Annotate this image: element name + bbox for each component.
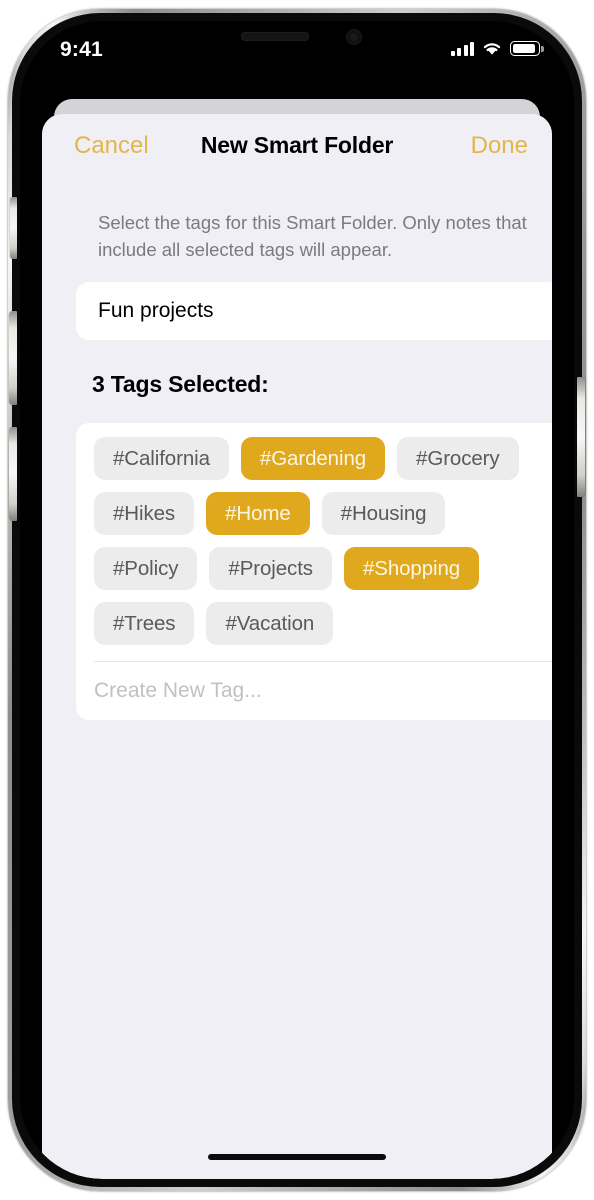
notch <box>213 21 381 51</box>
tag-pill[interactable]: #Grocery <box>397 437 519 480</box>
wifi-icon <box>483 43 501 55</box>
device-bezel: 9:41 Cancel New Smart Folder Done Select… <box>20 21 574 1179</box>
tag-pill[interactable]: #Trees <box>94 602 195 645</box>
home-indicator[interactable] <box>208 1154 386 1160</box>
tag-pill[interactable]: #Policy <box>94 547 198 590</box>
volume-up-button[interactable] <box>9 311 17 405</box>
tag-pill[interactable]: #Gardening <box>240 437 386 480</box>
earpiece-speaker-icon <box>241 32 309 41</box>
cellular-signal-icon <box>450 41 474 56</box>
tag-pill[interactable]: #California <box>94 437 229 480</box>
status-bar-time: 9:41 <box>60 38 103 61</box>
tag-pill[interactable]: #Vacation <box>206 602 334 645</box>
mute-switch[interactable] <box>10 197 17 259</box>
tag-pill[interactable]: #Hikes <box>94 492 195 535</box>
tag-pill[interactable]: #Housing <box>321 492 446 535</box>
tags-grid: #California #Gardening #Grocery #Hikes #Home… <box>76 423 552 661</box>
tag-pill[interactable]: #Projects <box>209 547 332 590</box>
sheet-description: Select the tags for this Smart Folder. O… <box>98 212 527 260</box>
create-new-tag-input[interactable] <box>76 662 552 720</box>
power-button[interactable] <box>577 377 585 497</box>
volume-down-button[interactable] <box>9 427 17 521</box>
battery-fill <box>512 43 536 54</box>
battery-icon <box>510 41 544 56</box>
tags-selected-heading: 3 Tags Selected: <box>92 371 269 397</box>
front-camera-icon <box>346 29 362 45</box>
folder-name-input[interactable] <box>76 282 552 340</box>
status-bar-icons <box>450 41 544 56</box>
tag-pill[interactable]: #Shopping <box>343 547 480 590</box>
device-frame: 9:41 Cancel New Smart Folder Done Select… <box>8 9 586 1191</box>
phone-screen: 9:41 Cancel New Smart Folder Done Select… <box>20 21 574 1179</box>
new-smart-folder-sheet: Cancel New Smart Folder Done Select the … <box>42 114 552 1179</box>
tags-card: #California #Gardening #Grocery #Hikes #Home… <box>76 423 552 720</box>
tag-pill[interactable]: #Home <box>206 492 310 535</box>
sheet-nav-bar: Cancel New Smart Folder Done <box>42 114 552 176</box>
done-button[interactable]: Done <box>471 132 528 160</box>
